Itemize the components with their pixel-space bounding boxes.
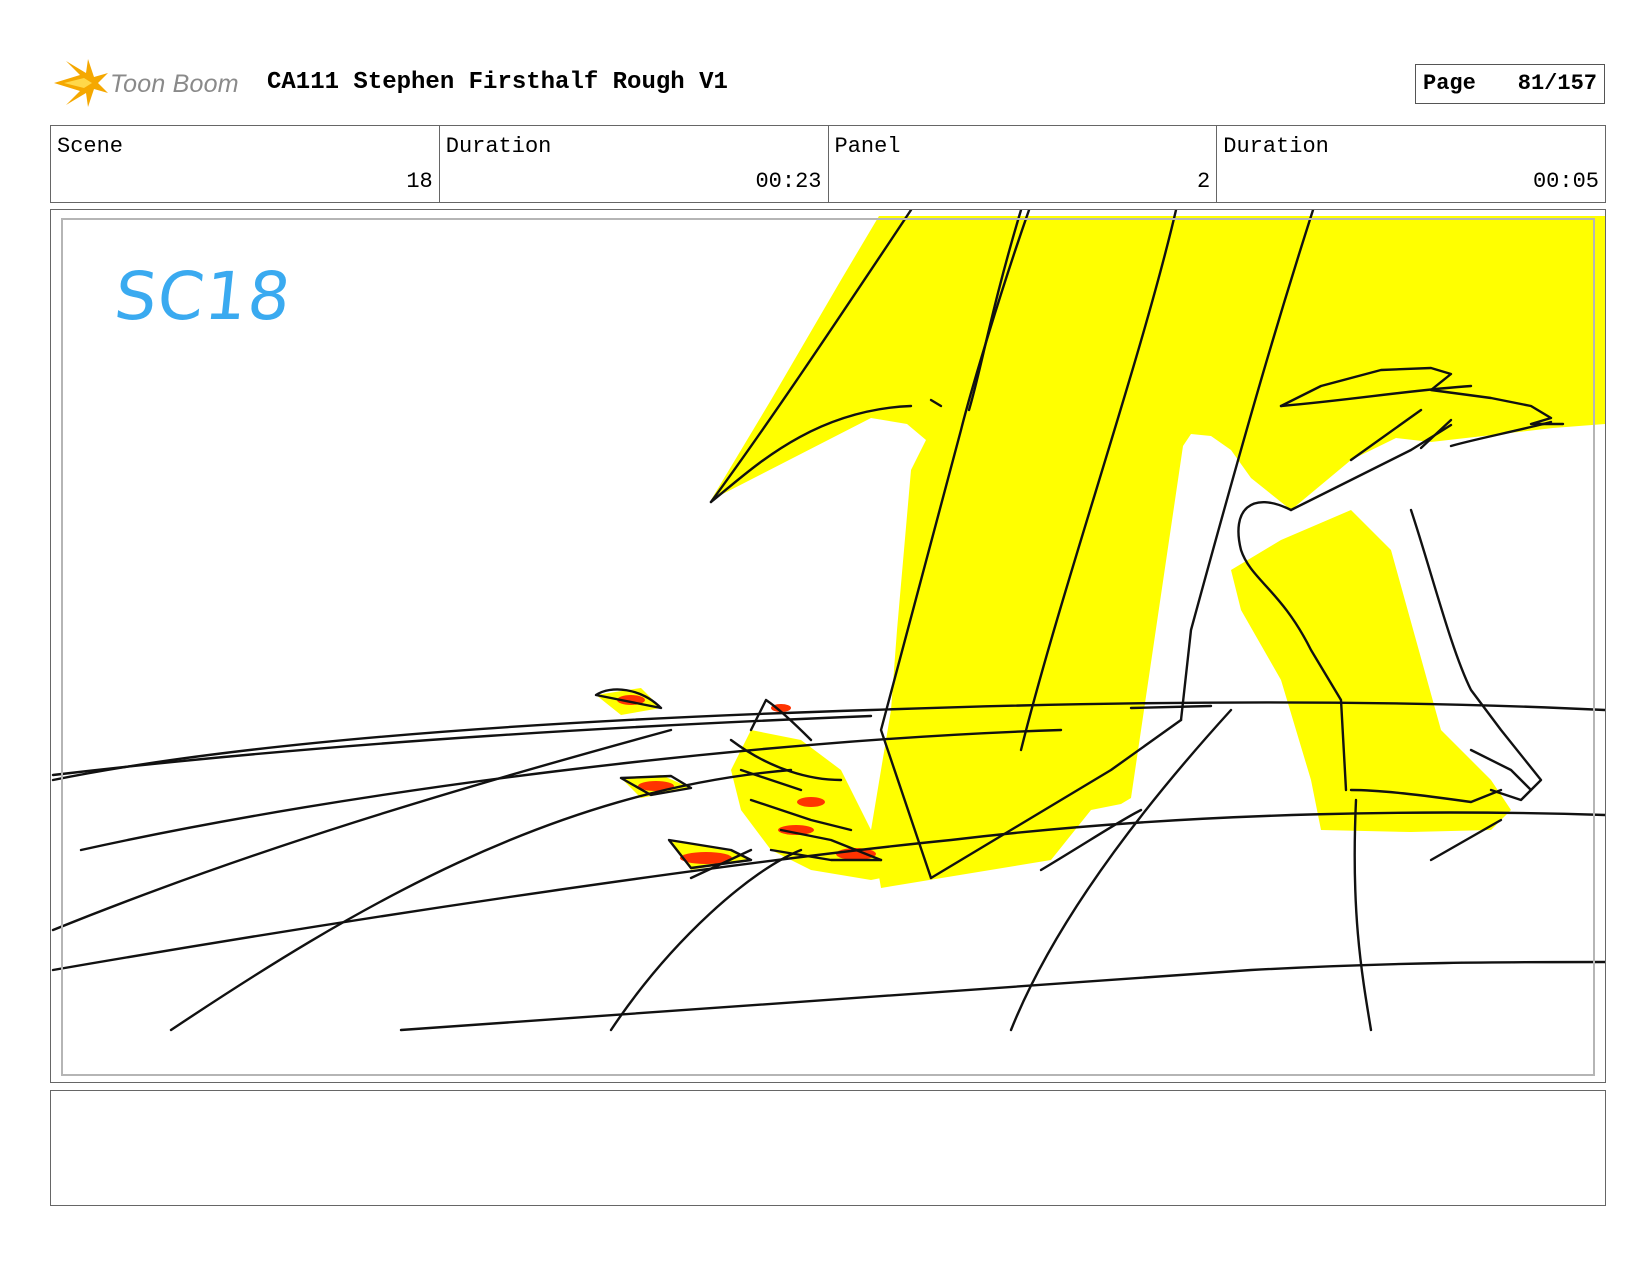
panel-value: 2 — [1197, 169, 1211, 194]
scene-cell: Scene 18 — [51, 126, 440, 202]
scene-value: 18 — [406, 169, 433, 194]
scene-duration-value: 00:23 — [755, 169, 822, 194]
panel-duration-label: Duration — [1223, 134, 1329, 159]
scene-tag: SC18 — [110, 258, 296, 335]
page-number: 81/157 — [1517, 71, 1597, 96]
starburst-icon — [54, 59, 108, 107]
action-notes-box[interactable] — [50, 1090, 1606, 1206]
storyboard-header: Toon Boom CA111 Stephen Firsthalf Rough … — [50, 55, 1605, 115]
scene-duration-label: Duration — [445, 134, 552, 159]
panel-duration-value: 00:05 — [1532, 169, 1599, 194]
scene-info-row: Scene 18 Duration 00:23 Panel 2 Duration… — [50, 125, 1606, 203]
logo-text: Toon Boom — [110, 70, 239, 98]
panel-drawing — [51, 210, 1605, 1032]
dragon-rear-foot-fill — [1231, 510, 1511, 832]
document-title: CA111 Stephen Firsthalf Rough V1 — [267, 69, 728, 96]
toon-boom-logo: Toon Boom — [52, 57, 252, 109]
panel-frame: SC18 — [50, 209, 1606, 1083]
page-label: Page — [1423, 71, 1476, 96]
panel-duration-cell: Duration 00:05 — [1217, 126, 1605, 202]
scene-label: Scene — [57, 134, 124, 159]
panel-cell: Panel 2 — [829, 126, 1218, 202]
yellow-fills — [596, 216, 1605, 888]
page-indicator: Page 81/157 — [1415, 64, 1605, 104]
scene-duration-cell: Duration 00:23 — [440, 126, 829, 202]
panel-label: Panel — [834, 134, 901, 159]
